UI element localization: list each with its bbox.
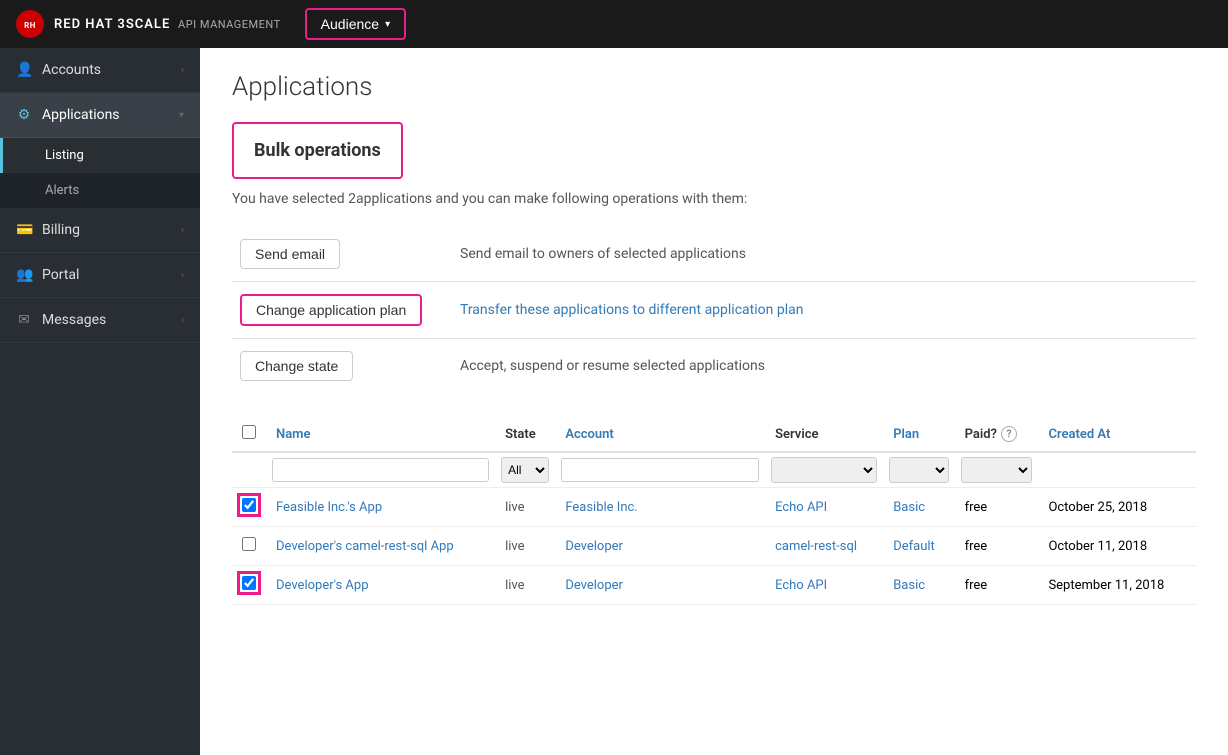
app-state: live [495,488,555,527]
app-state: live [495,527,555,566]
paid-help-icon[interactable]: ? [1001,426,1017,442]
app-service-link[interactable]: Echo API [775,500,827,515]
main-layout: 👤 Accounts › ⚙ Applications ▾ Listing Al… [0,48,1228,755]
svg-text:RH: RH [24,21,36,30]
sidebar-label-portal: Portal [42,267,79,283]
row-checkbox-2[interactable] [242,537,256,551]
operation-row-change-app-plan: Change application plan Transfer these a… [232,282,1196,339]
chevron-right-icon-portal: › [181,270,184,281]
app-service-link[interactable]: camel-rest-sql [775,539,857,554]
app-plan-link[interactable]: Basic [893,500,925,515]
filter-service-select[interactable] [771,457,877,483]
select-all-header[interactable] [232,417,266,452]
sidebar-label-billing: Billing [42,222,80,238]
filter-account-input[interactable] [561,458,759,482]
applications-icon: ⚙ [16,107,32,123]
sidebar-item-applications[interactable]: ⚙ Applications ▾ [0,93,200,138]
operation-row-change-state: Change state Accept, suspend or resume s… [232,339,1196,394]
sidebar-label-accounts: Accounts [42,62,101,78]
app-paid: free [955,566,1039,605]
app-paid: free [955,488,1039,527]
col-header-created-at[interactable]: Created At [1038,417,1196,452]
col-header-service[interactable]: Service [765,417,883,452]
change-app-plan-description: Transfer these applications to different… [452,282,1196,339]
app-service-link[interactable]: Echo API [775,578,827,593]
app-name-link[interactable]: Developer's camel-rest-sql App [276,539,454,554]
table-row: Developer's camel-rest-sql App live Develo… [232,527,1196,566]
change-application-plan-button[interactable]: Change application plan [240,294,422,326]
brand-name: RED HAT 3SCALE API MANAGEMENT [54,17,281,32]
table-body: Feasible Inc.'s App live Feasible Inc. Echo… [232,488,1196,605]
change-state-description: Accept, suspend or resume selected appli… [452,339,1196,394]
col-header-paid[interactable]: Paid? ? [955,417,1039,452]
bulk-operations-description: You have selected 2applications and you … [232,191,1196,207]
sidebar: 👤 Accounts › ⚙ Applications ▾ Listing Al… [0,48,200,755]
sidebar-item-portal[interactable]: 👥 Portal › [0,253,200,298]
audience-button[interactable]: Audience ▾ [305,8,406,40]
messages-icon: ✉ [16,312,32,328]
row-checkbox-3[interactable] [242,576,256,590]
chevron-right-icon-messages: › [181,315,184,326]
filter-state-select[interactable]: All [501,457,549,483]
main-content: Applications Bulk operations You have se… [200,48,1228,755]
sidebar-sub-applications: Listing Alerts [0,138,200,208]
sidebar-sub-item-alerts[interactable]: Alerts [0,173,200,208]
bulk-operations-title: Bulk operations [254,140,381,161]
app-created-at: September 11, 2018 [1038,566,1196,605]
top-nav: RH RED HAT 3SCALE API MANAGEMENT Audienc… [0,0,1228,48]
brand-logo: RH [16,10,44,38]
select-all-checkbox[interactable] [242,425,256,439]
app-account-link[interactable]: Developer [565,539,623,554]
billing-icon: 💳 [16,222,32,238]
operations-table: Send email Send email to owners of selec… [232,227,1196,393]
table-filter-row: All [232,452,1196,488]
sidebar-label-messages: Messages [42,312,106,328]
app-paid: free [955,527,1039,566]
app-name-link[interactable]: Developer's App [276,578,369,593]
app-account-link[interactable]: Developer [565,578,623,593]
portal-icon: 👥 [16,267,32,283]
filter-name-input[interactable] [272,458,489,482]
app-created-at: October 11, 2018 [1038,527,1196,566]
sidebar-item-accounts[interactable]: 👤 Accounts › [0,48,200,93]
operation-row-send-email: Send email Send email to owners of selec… [232,227,1196,282]
table-header-row: Name State Account Service Plan [232,417,1196,452]
filter-paid-select[interactable] [961,457,1033,483]
col-header-name[interactable]: Name [266,417,495,452]
brand: RH RED HAT 3SCALE API MANAGEMENT [16,10,281,38]
chevron-down-icon: ▾ [385,19,390,30]
app-account-link[interactable]: Feasible Inc. [565,500,637,515]
row-checkbox-1[interactable] [242,498,256,512]
sidebar-sub-item-listing[interactable]: Listing [0,138,200,173]
app-plan-link[interactable]: Default [893,539,935,554]
filter-plan-select[interactable] [889,457,948,483]
sidebar-item-messages[interactable]: ✉ Messages › [0,298,200,343]
send-email-button[interactable]: Send email [240,239,340,269]
table-row: Feasible Inc.'s App live Feasible Inc. Echo… [232,488,1196,527]
col-header-plan[interactable]: Plan [883,417,954,452]
chevron-down-icon-apps: ▾ [179,110,184,121]
change-state-button[interactable]: Change state [240,351,353,381]
bulk-operations-box: Bulk operations [232,122,403,179]
app-name-link[interactable]: Feasible Inc.'s App [276,500,382,515]
sidebar-item-billing[interactable]: 💳 Billing › [0,208,200,253]
col-header-state[interactable]: State [495,417,555,452]
app-created-at: October 25, 2018 [1038,488,1196,527]
chevron-right-icon-billing: › [181,225,184,236]
chevron-right-icon: › [181,65,184,76]
send-email-description: Send email to owners of selected applica… [452,227,1196,282]
app-plan-link[interactable]: Basic [893,578,925,593]
app-state: live [495,566,555,605]
page-title: Applications [232,72,1196,102]
sidebar-label-applications: Applications [42,107,120,123]
table-row: Developer's App live Developer Echo API Basi… [232,566,1196,605]
applications-table: Name State Account Service Plan [232,417,1196,605]
accounts-icon: 👤 [16,62,32,78]
col-header-account[interactable]: Account [555,417,765,452]
